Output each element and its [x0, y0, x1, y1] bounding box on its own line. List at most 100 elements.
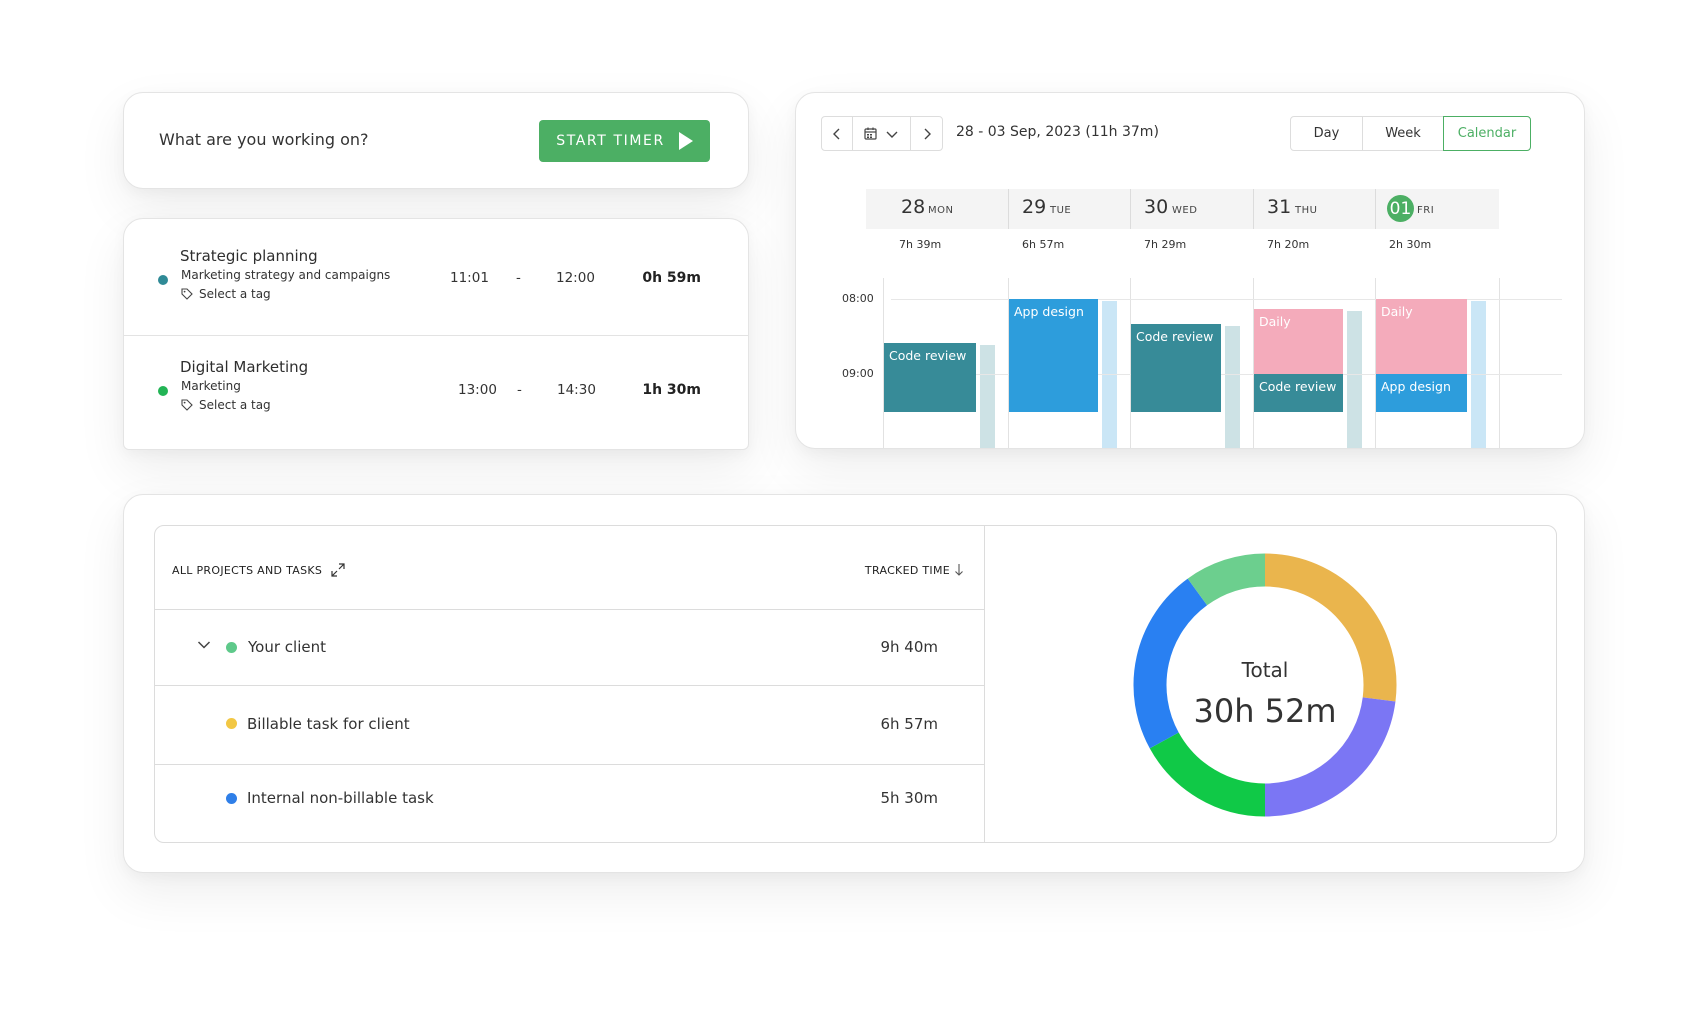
- play-icon: [678, 132, 693, 150]
- task-description-input[interactable]: What are you working on?: [159, 130, 369, 149]
- day-header-separator: [1253, 189, 1254, 229]
- calendar-event[interactable]: Code review: [1254, 374, 1343, 412]
- calendar-event[interactable]: Daily: [1254, 309, 1343, 374]
- next-week-button[interactable]: [910, 116, 943, 151]
- calendar-event[interactable]: App design: [1376, 374, 1467, 412]
- day-header-separator: [1008, 189, 1009, 229]
- hour-label: 08:00: [842, 292, 874, 305]
- calendar-icon: [864, 127, 877, 140]
- entry-end-time[interactable]: 14:30: [557, 382, 596, 398]
- timer-card: What are you working on? START TIMER: [123, 92, 749, 189]
- secondary-event-bar[interactable]: [1225, 326, 1240, 448]
- day-of-week: MON: [928, 205, 954, 216]
- column-projects-label: ALL PROJECTS AND TASKS: [172, 563, 323, 577]
- task-name: Billable task for client: [247, 715, 410, 733]
- hour-label: 09:00: [842, 367, 874, 380]
- donut-chart-pane: Total 30h 52m: [986, 526, 1556, 842]
- entry-duration: 0h 59m: [642, 270, 701, 286]
- tag-icon: [181, 399, 193, 411]
- day-header[interactable]: 28 MON: [866, 189, 1008, 229]
- task-color-dot: [226, 718, 237, 729]
- entry-project: Marketing strategy and campaigns: [181, 268, 391, 282]
- entry-start-time[interactable]: 11:01: [450, 270, 489, 286]
- column-header-tracked-time[interactable]: TRACKED TIME: [865, 563, 964, 577]
- day-header-separator: [1375, 189, 1376, 229]
- donut-segment[interactable]: [1149, 732, 1266, 817]
- secondary-event-bar[interactable]: [980, 344, 995, 448]
- previous-week-button[interactable]: [821, 116, 853, 151]
- day-header[interactable]: 29 TUE: [1008, 189, 1130, 229]
- day-total: 7h 29m: [1144, 238, 1187, 251]
- report-card: ALL PROJECTS AND TASKS TRACKED TIME Your…: [123, 494, 1585, 873]
- chevron-right-icon: [924, 128, 931, 139]
- time-entry[interactable]: Strategic planning Marketing strategy an…: [124, 219, 748, 335]
- tracked-time: 5h 30m: [880, 789, 938, 807]
- entry-end-time[interactable]: 12:00: [556, 270, 595, 286]
- select-tag-button[interactable]: Select a tag: [181, 398, 271, 412]
- time-entry[interactable]: Digital Marketing Marketing Select a tag…: [124, 335, 748, 449]
- tab-day[interactable]: Day: [1290, 116, 1363, 151]
- tracked-time: 6h 57m: [880, 715, 938, 733]
- day-total: 6h 57m: [1022, 238, 1065, 251]
- day-of-week: THU: [1295, 205, 1318, 216]
- tab-week[interactable]: Week: [1362, 116, 1444, 151]
- tag-icon: [181, 288, 193, 300]
- day-total: 7h 39m: [899, 238, 942, 251]
- select-tag-label: Select a tag: [199, 287, 271, 301]
- calendar-event[interactable]: App design: [1009, 299, 1098, 412]
- entry-project: Marketing: [181, 379, 241, 393]
- donut-segment[interactable]: [1133, 578, 1208, 749]
- chevron-down-icon[interactable]: [197, 640, 211, 650]
- day-column-line: [1499, 278, 1500, 448]
- tracked-time: 9h 40m: [880, 638, 938, 656]
- secondary-event-bar[interactable]: [1347, 311, 1362, 448]
- table-row[interactable]: Internal non-billable task 5h 30m: [155, 765, 984, 842]
- chevron-down-icon: [886, 131, 898, 138]
- arrow-down-icon: [955, 564, 963, 576]
- day-number: 29: [1022, 196, 1047, 218]
- today-day-number: 01: [1387, 195, 1414, 222]
- day-header[interactable]: 01 FRI: [1375, 189, 1499, 229]
- day-of-week: FRI: [1417, 205, 1435, 216]
- day-header[interactable]: 30 WED: [1130, 189, 1253, 229]
- task-name: Internal non-billable task: [247, 789, 434, 807]
- day-of-week: TUE: [1050, 205, 1072, 216]
- project-name: Your client: [248, 638, 326, 656]
- calendar-event[interactable]: Code review: [1131, 324, 1221, 412]
- day-total: 2h 30m: [1389, 238, 1432, 251]
- day-number: 28: [901, 196, 926, 218]
- date-range-label: 28 - 03 Sep, 2023 (11h 37m): [956, 124, 1159, 140]
- donut-total-value: 30h 52m: [1193, 692, 1336, 730]
- start-timer-button[interactable]: START TIMER: [539, 120, 710, 162]
- project-color-dot: [226, 642, 237, 653]
- report-panel: ALL PROJECTS AND TASKS TRACKED TIME Your…: [154, 525, 1557, 843]
- entry-duration: 1h 30m: [642, 382, 701, 398]
- table-row[interactable]: Your client 9h 40m: [155, 610, 984, 686]
- day-header[interactable]: 31 THU: [1253, 189, 1375, 229]
- calendar-event[interactable]: Code review: [884, 342, 976, 412]
- donut-total-label: Total: [1241, 658, 1289, 682]
- tab-calendar[interactable]: Calendar: [1443, 116, 1531, 151]
- donut-segment[interactable]: [1187, 553, 1266, 606]
- column-tracked-label: TRACKED TIME: [864, 563, 950, 577]
- day-of-week: WED: [1172, 205, 1198, 216]
- column-header-projects[interactable]: ALL PROJECTS AND TASKS: [172, 563, 345, 577]
- chevron-left-icon: [833, 128, 840, 139]
- time-separator: -: [517, 382, 522, 398]
- day-header-separator: [1130, 189, 1131, 229]
- expand-icon[interactable]: [331, 563, 345, 577]
- table-header: ALL PROJECTS AND TASKS TRACKED TIME: [155, 526, 984, 610]
- day-number: 31: [1267, 196, 1292, 218]
- donut-chart: Total 30h 52m: [1133, 553, 1397, 817]
- entry-start-time[interactable]: 13:00: [458, 382, 497, 398]
- start-timer-label: START TIMER: [556, 133, 665, 149]
- date-picker-button[interactable]: [852, 116, 911, 151]
- calendar-event[interactable]: Daily: [1376, 299, 1467, 374]
- day-number: 30: [1144, 196, 1169, 218]
- project-color-dot: [158, 275, 168, 285]
- table-row[interactable]: Billable task for client 6h 57m: [155, 686, 984, 765]
- projects-table: ALL PROJECTS AND TASKS TRACKED TIME Your…: [155, 526, 985, 842]
- select-tag-button[interactable]: Select a tag: [181, 287, 271, 301]
- calendar-card: 28 - 03 Sep, 2023 (11h 37m) Day Week Cal…: [795, 92, 1585, 449]
- task-color-dot: [226, 793, 237, 804]
